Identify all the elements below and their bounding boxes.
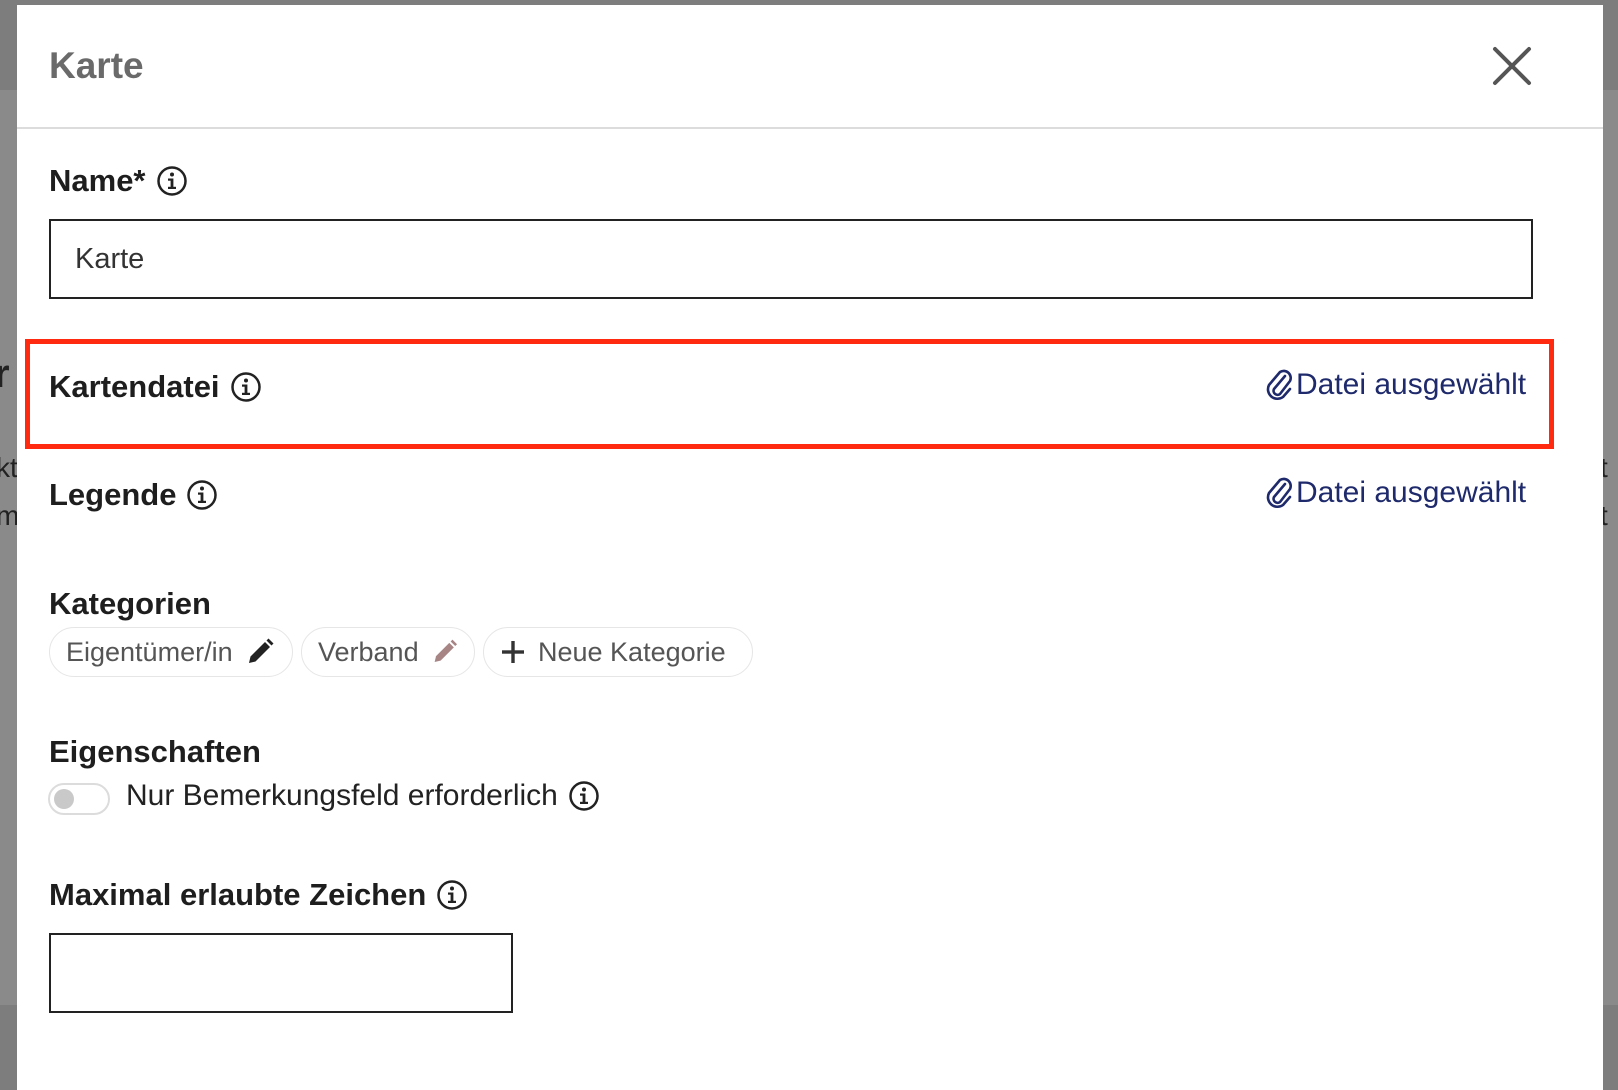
name-input[interactable] bbox=[49, 219, 1533, 299]
toggle-label-row: Nur Bemerkungsfeld erforderlich bbox=[126, 779, 600, 813]
name-label-row: Name* bbox=[49, 163, 188, 199]
pencil-icon[interactable] bbox=[245, 637, 275, 667]
info-icon[interactable] bbox=[186, 479, 218, 511]
max-chars-label-row: Maximal erlaubte Zeichen bbox=[49, 877, 468, 913]
legende-file-text: Datei ausgewählt bbox=[1296, 476, 1527, 509]
kartendatei-label: Kartendatei bbox=[49, 369, 220, 404]
category-chip-label: Eigentümer/in bbox=[66, 636, 233, 667]
max-chars-input[interactable] bbox=[49, 933, 513, 1013]
legende-label-row: Legende bbox=[49, 477, 218, 513]
add-category-button[interactable]: Neue Kategorie bbox=[483, 627, 753, 677]
name-label: Name* bbox=[49, 163, 146, 198]
category-chip-eigentuemer[interactable]: Eigentümer/in bbox=[49, 627, 293, 677]
info-icon[interactable] bbox=[436, 879, 468, 911]
category-chip-verband[interactable]: Verband bbox=[301, 627, 475, 677]
info-icon[interactable] bbox=[568, 780, 600, 812]
legende-file-link[interactable]: Datei ausgewählt bbox=[1264, 475, 1526, 511]
close-icon bbox=[1493, 47, 1531, 85]
plus-icon bbox=[502, 641, 524, 663]
info-icon[interactable] bbox=[230, 371, 262, 403]
toggle-knob bbox=[54, 789, 74, 809]
dialog-header: Karte bbox=[17, 5, 1603, 129]
background-text-fragment: kt bbox=[0, 452, 18, 483]
add-category-label: Neue Kategorie bbox=[538, 636, 726, 667]
dialog-title: Karte bbox=[49, 45, 144, 86]
close-button[interactable] bbox=[1487, 41, 1537, 91]
karte-dialog: Karte Name* Kartendatei bbox=[17, 5, 1603, 1090]
legende-label: Legende bbox=[49, 477, 177, 512]
paperclip-icon bbox=[1266, 477, 1292, 509]
info-icon[interactable] bbox=[156, 165, 188, 197]
background-heading-fragment: r bbox=[0, 352, 10, 396]
kartendatei-file-text: Datei ausgewählt bbox=[1296, 368, 1527, 401]
bemerkungsfeld-toggle-label: Nur Bemerkungsfeld erforderlich bbox=[126, 779, 558, 812]
eigenschaften-label: Eigenschaften bbox=[49, 734, 261, 769]
max-chars-label: Maximal erlaubte Zeichen bbox=[49, 877, 427, 912]
kartendatei-label-row: Kartendatei bbox=[49, 369, 262, 405]
category-chip-label: Verband bbox=[318, 636, 419, 667]
pencil-icon[interactable] bbox=[431, 637, 458, 667]
bemerkungsfeld-toggle[interactable] bbox=[48, 783, 110, 815]
kartendatei-file-link[interactable]: Datei ausgewählt bbox=[1264, 367, 1526, 403]
kategorien-label: Kategorien bbox=[49, 586, 211, 621]
paperclip-icon bbox=[1266, 369, 1292, 401]
